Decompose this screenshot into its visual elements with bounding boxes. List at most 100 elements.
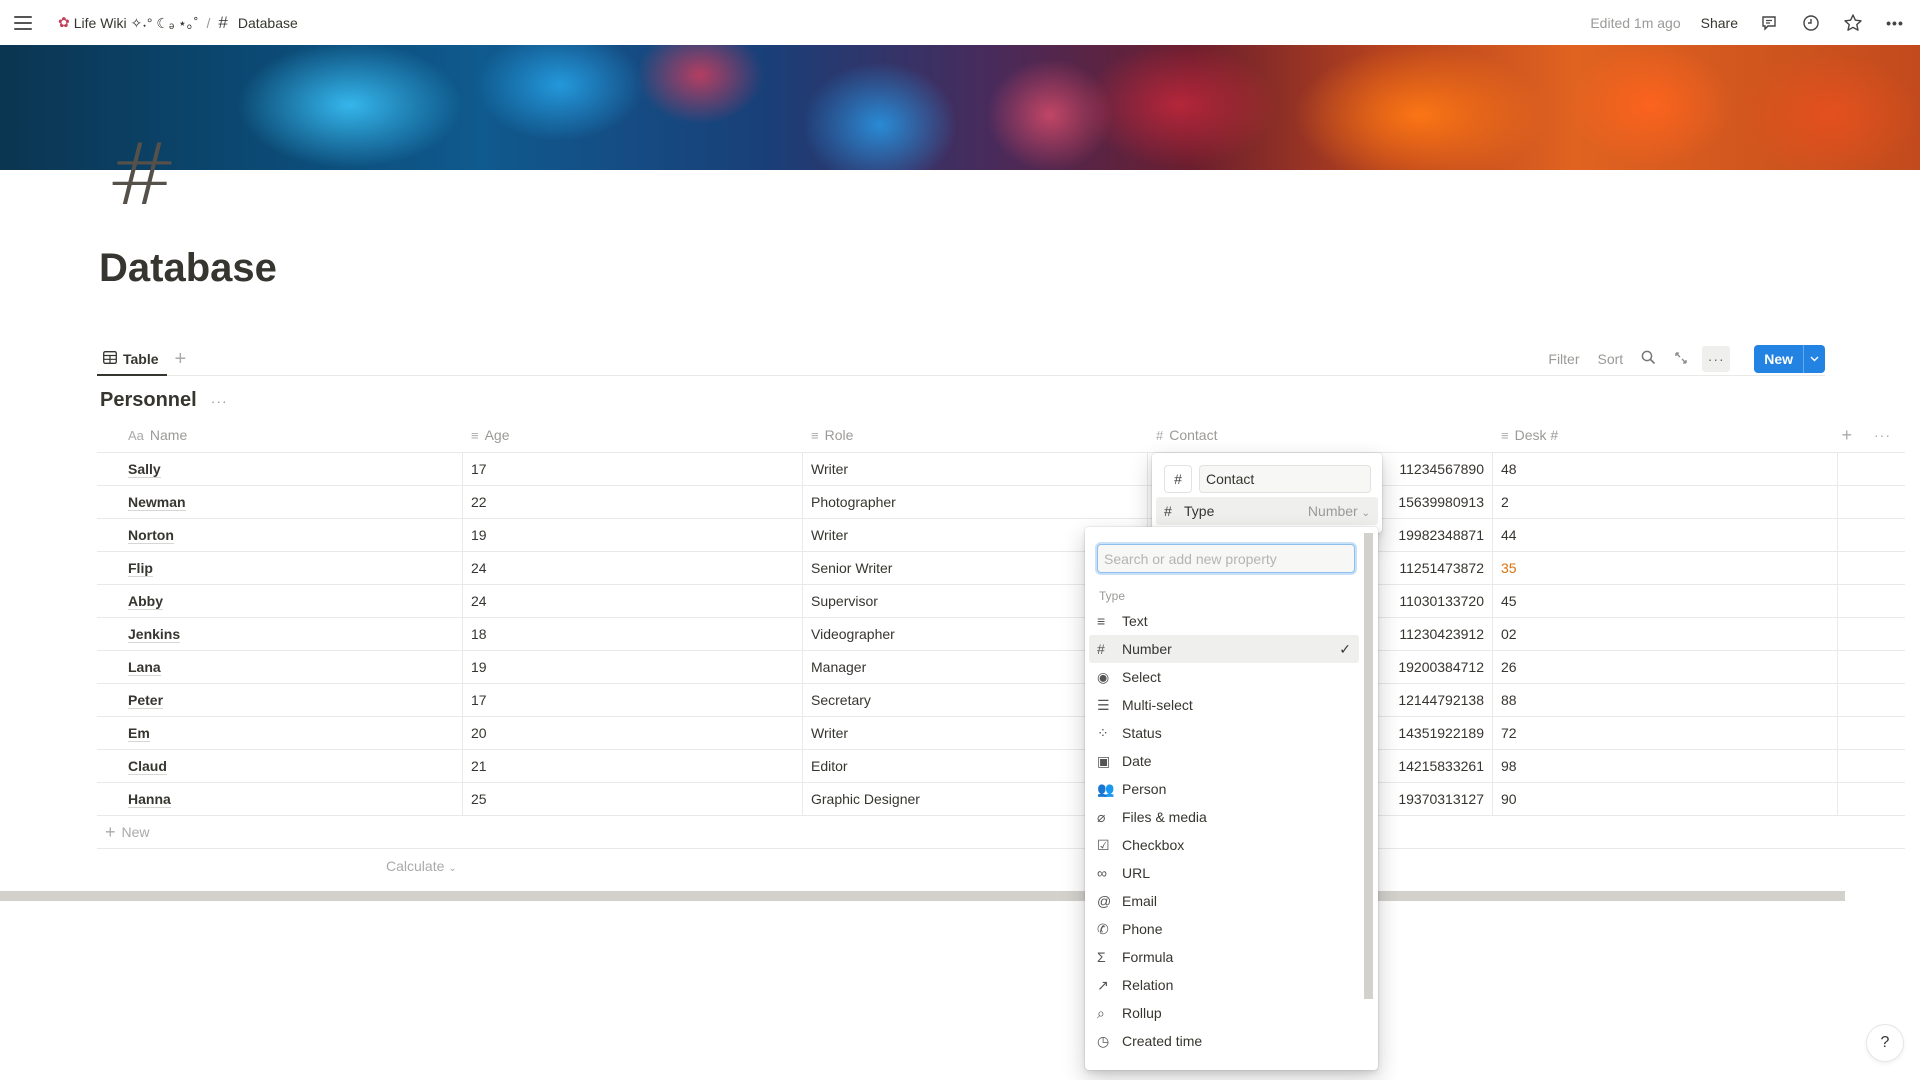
- type-option-date[interactable]: ▣ Date: [1089, 747, 1359, 775]
- cell-name[interactable]: Peter: [97, 684, 463, 716]
- cell-name[interactable]: Norton: [97, 519, 463, 551]
- cell-desk[interactable]: 88: [1493, 684, 1838, 716]
- type-option-number[interactable]: # Number ✓: [1089, 635, 1359, 663]
- history-clock-icon[interactable]: [1800, 12, 1822, 34]
- cell-name[interactable]: Lana: [97, 651, 463, 683]
- add-row-button[interactable]: + New: [97, 816, 1905, 849]
- type-option-phone[interactable]: ✆ Phone: [1089, 915, 1359, 943]
- cell-age[interactable]: 25: [463, 783, 803, 815]
- more-icon[interactable]: •••: [1884, 12, 1906, 34]
- property-search-input[interactable]: [1097, 544, 1355, 573]
- cell-name-text[interactable]: Peter: [128, 692, 164, 709]
- table-row[interactable]: Newman 22 Photographer 15639980913 2: [97, 486, 1905, 519]
- cell-name-text[interactable]: Lana: [128, 659, 161, 676]
- database-more-button[interactable]: ···: [211, 393, 228, 409]
- cell-name-text[interactable]: Hanna: [128, 791, 171, 808]
- table-row[interactable]: Sally 17 Writer 11234567890 48: [97, 453, 1905, 486]
- column-header-age[interactable]: ≡ Age: [463, 418, 803, 452]
- cell-name[interactable]: Em: [97, 717, 463, 749]
- cell-desk[interactable]: 02: [1493, 618, 1838, 650]
- cell-name[interactable]: Hanna: [97, 783, 463, 815]
- tab-table[interactable]: Table: [97, 343, 167, 376]
- star-icon[interactable]: [1842, 12, 1864, 34]
- help-button[interactable]: ?: [1866, 1024, 1904, 1062]
- calculate-button[interactable]: Calculate ⌄: [386, 858, 457, 874]
- type-option-rollup[interactable]: ⌕ Rollup: [1089, 999, 1359, 1027]
- cell-age[interactable]: 24: [463, 552, 803, 584]
- type-option-select[interactable]: ◉ Select: [1089, 663, 1359, 691]
- menu-scrollbar[interactable]: [1364, 533, 1373, 999]
- cell-desk[interactable]: 26: [1493, 651, 1838, 683]
- cell-role[interactable]: Writer: [803, 453, 1148, 485]
- cell-desk[interactable]: 2: [1493, 486, 1838, 518]
- type-option-formula[interactable]: Σ Formula: [1089, 943, 1359, 971]
- sidebar-toggle-icon[interactable]: [14, 15, 32, 30]
- add-view-button[interactable]: +: [175, 348, 187, 371]
- cell-age[interactable]: 21: [463, 750, 803, 782]
- cell-age[interactable]: 17: [463, 684, 803, 716]
- add-column-icon[interactable]: +: [1841, 425, 1852, 446]
- cell-name-text[interactable]: Abby: [128, 593, 163, 610]
- search-icon[interactable]: [1637, 346, 1660, 372]
- cell-name[interactable]: Newman: [97, 486, 463, 518]
- column-header-desk[interactable]: ≡ Desk #: [1493, 418, 1838, 452]
- new-button[interactable]: New: [1754, 345, 1825, 373]
- table-row[interactable]: Flip 24 Senior Writer 11251473872 35: [97, 552, 1905, 585]
- cell-age[interactable]: 19: [463, 651, 803, 683]
- cell-desk[interactable]: 44: [1493, 519, 1838, 551]
- cell-name[interactable]: Jenkins: [97, 618, 463, 650]
- table-row[interactable]: Jenkins 18 Videographer 11230423912 02: [97, 618, 1905, 651]
- breadcrumb-page[interactable]: # Database: [214, 11, 301, 35]
- type-option-multi-select[interactable]: ☰ Multi-select: [1089, 691, 1359, 719]
- table-row[interactable]: Peter 17 Secretary 12144792138 88: [97, 684, 1905, 717]
- type-option-files-media[interactable]: ⌀ Files & media: [1089, 803, 1359, 831]
- cell-name-text[interactable]: Flip: [128, 560, 153, 577]
- cell-age[interactable]: 20: [463, 717, 803, 749]
- cell-name-text[interactable]: Newman: [128, 494, 186, 511]
- chevron-down-icon[interactable]: [1803, 345, 1825, 373]
- new-button-label[interactable]: New: [1754, 345, 1803, 373]
- cell-age[interactable]: 17: [463, 453, 803, 485]
- type-option-text[interactable]: ≡ Text: [1089, 607, 1359, 635]
- column-more-icon[interactable]: ···: [1874, 427, 1891, 443]
- cell-desk[interactable]: 72: [1493, 717, 1838, 749]
- cell-name[interactable]: Claud: [97, 750, 463, 782]
- breadcrumb-workspace[interactable]: ✿ Life Wiki ✧˖° ☾ₔ ⋆｡˚: [54, 11, 202, 35]
- column-header-contact[interactable]: # Contact: [1148, 418, 1493, 452]
- comment-icon[interactable]: [1758, 12, 1780, 34]
- table-row[interactable]: Abby 24 Supervisor 11030133720 45: [97, 585, 1905, 618]
- table-row[interactable]: Claud 21 Editor 14215833261 98: [97, 750, 1905, 783]
- type-option-checkbox[interactable]: ☑ Checkbox: [1089, 831, 1359, 859]
- cell-desk[interactable]: 45: [1493, 585, 1838, 617]
- type-option-email[interactable]: @ Email: [1089, 887, 1359, 915]
- table-row[interactable]: Norton 19 Writer 19982348871 44: [97, 519, 1905, 552]
- page-hash-icon[interactable]: #: [106, 132, 178, 218]
- sort-button[interactable]: Sort: [1594, 347, 1628, 371]
- page-title[interactable]: Database: [99, 246, 277, 291]
- cell-desk[interactable]: 98: [1493, 750, 1838, 782]
- cell-age[interactable]: 24: [463, 585, 803, 617]
- horizontal-scrollbar[interactable]: [0, 891, 1845, 901]
- cell-age[interactable]: 19: [463, 519, 803, 551]
- cell-age[interactable]: 18: [463, 618, 803, 650]
- cell-name[interactable]: Abby: [97, 585, 463, 617]
- cell-name-text[interactable]: Claud: [128, 758, 167, 775]
- share-button[interactable]: Share: [1701, 15, 1738, 31]
- type-option-url[interactable]: ∞ URL: [1089, 859, 1359, 887]
- filter-button[interactable]: Filter: [1544, 347, 1583, 371]
- cell-age[interactable]: 22: [463, 486, 803, 518]
- type-option-created-time[interactable]: ◷ Created time: [1089, 1027, 1359, 1055]
- cell-name-text[interactable]: Em: [128, 725, 150, 742]
- type-option-person[interactable]: 👥 Person: [1089, 775, 1359, 803]
- view-more-button[interactable]: ···: [1702, 346, 1731, 372]
- cell-name[interactable]: Sally: [97, 453, 463, 485]
- cell-name[interactable]: Flip: [97, 552, 463, 584]
- cell-name-text[interactable]: Sally: [128, 461, 161, 478]
- table-row[interactable]: Lana 19 Manager 19200384712 26: [97, 651, 1905, 684]
- cell-name-text[interactable]: Norton: [128, 527, 174, 544]
- cell-desk[interactable]: 90: [1493, 783, 1838, 815]
- expand-icon[interactable]: [1670, 347, 1692, 372]
- cell-name-text[interactable]: Jenkins: [128, 626, 181, 643]
- cell-desk[interactable]: 48: [1493, 453, 1838, 485]
- type-option-status[interactable]: ⁘ Status: [1089, 719, 1359, 747]
